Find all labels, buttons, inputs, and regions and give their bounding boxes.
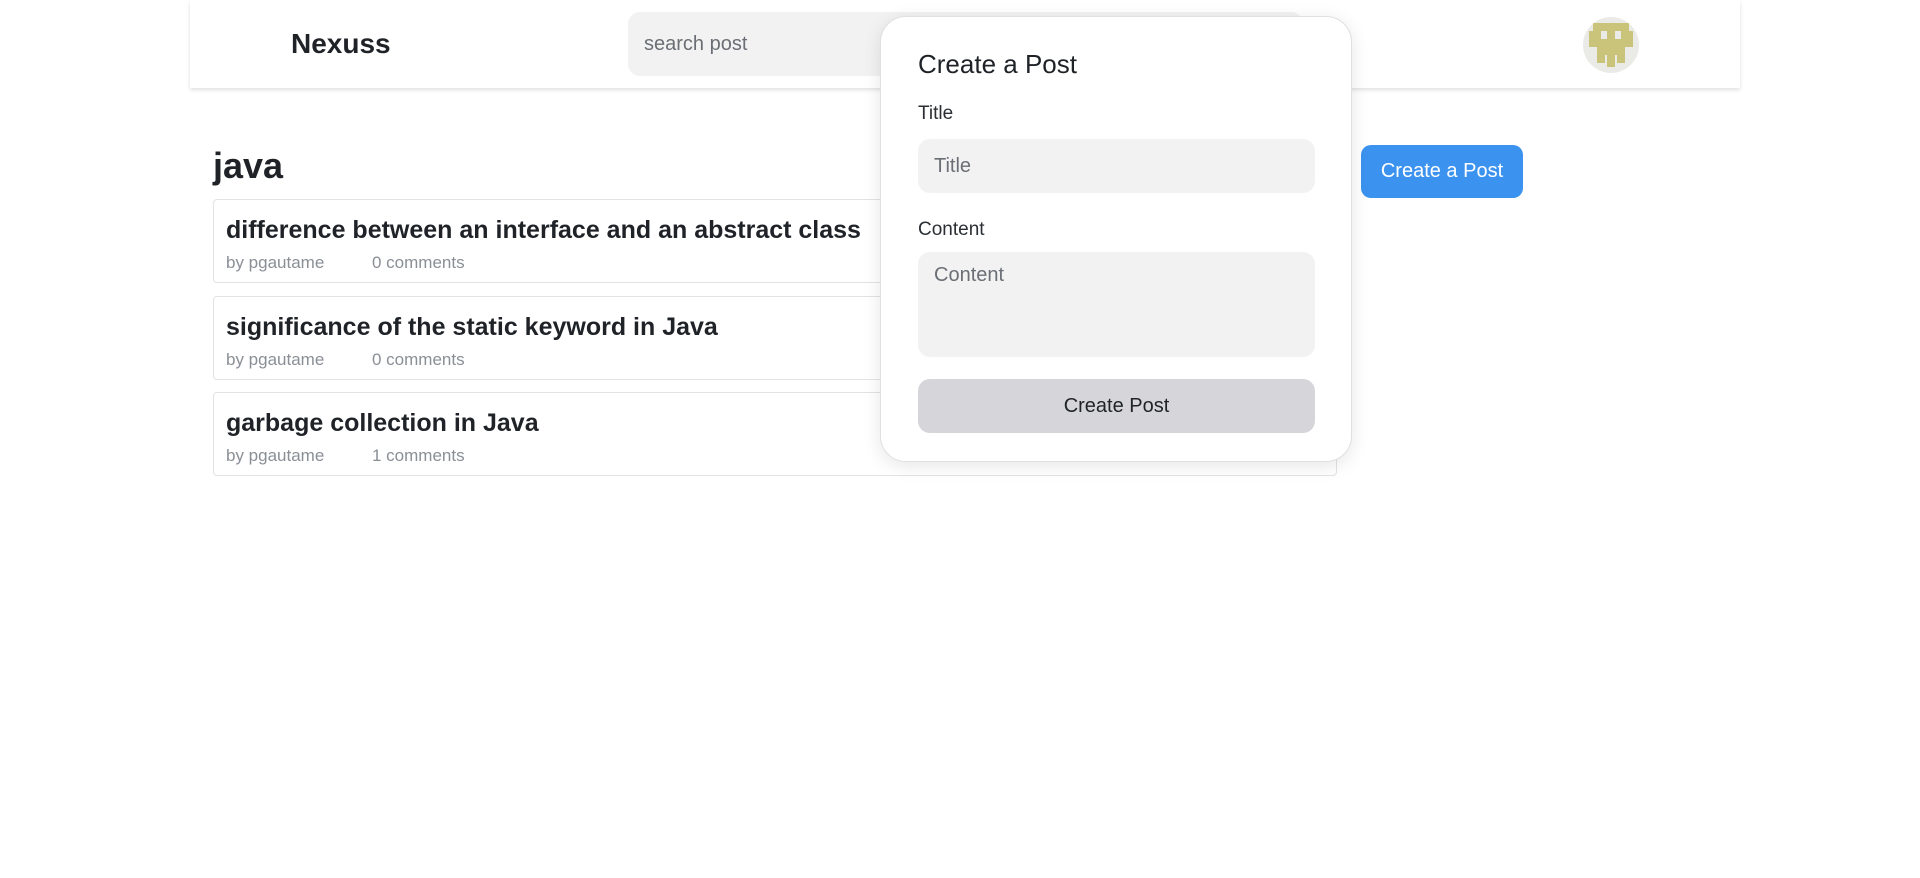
dialog-title: Create a Post (918, 49, 1077, 79)
post-comments-count: 0 comments (372, 350, 465, 369)
post-title[interactable]: significance of the static keyword in Ja… (226, 313, 718, 342)
title-label: Title (918, 103, 954, 124)
content-label: Content (918, 219, 985, 240)
post-comments-count: 0 comments (372, 253, 465, 272)
create-post-dialog: Create a Post Title Content Create Post (880, 16, 1352, 462)
post-comments-count: 1 comments (372, 446, 465, 465)
brand-logo[interactable]: Nexuss (291, 28, 391, 60)
pixel-avatar-icon (1589, 23, 1633, 67)
post-title[interactable]: difference between an interface and an a… (226, 216, 861, 245)
title-input[interactable] (918, 139, 1315, 193)
post-author: by pgautame (226, 446, 325, 465)
post-author: by pgautame (226, 350, 325, 369)
post-title[interactable]: garbage collection in Java (226, 409, 539, 438)
create-post-button[interactable]: Create a Post (1361, 145, 1523, 198)
page-title: java (213, 145, 284, 186)
user-avatar[interactable] (1583, 17, 1639, 73)
submit-post-button[interactable]: Create Post (918, 379, 1315, 433)
content-textarea[interactable] (918, 252, 1315, 357)
post-author: by pgautame (226, 253, 325, 272)
